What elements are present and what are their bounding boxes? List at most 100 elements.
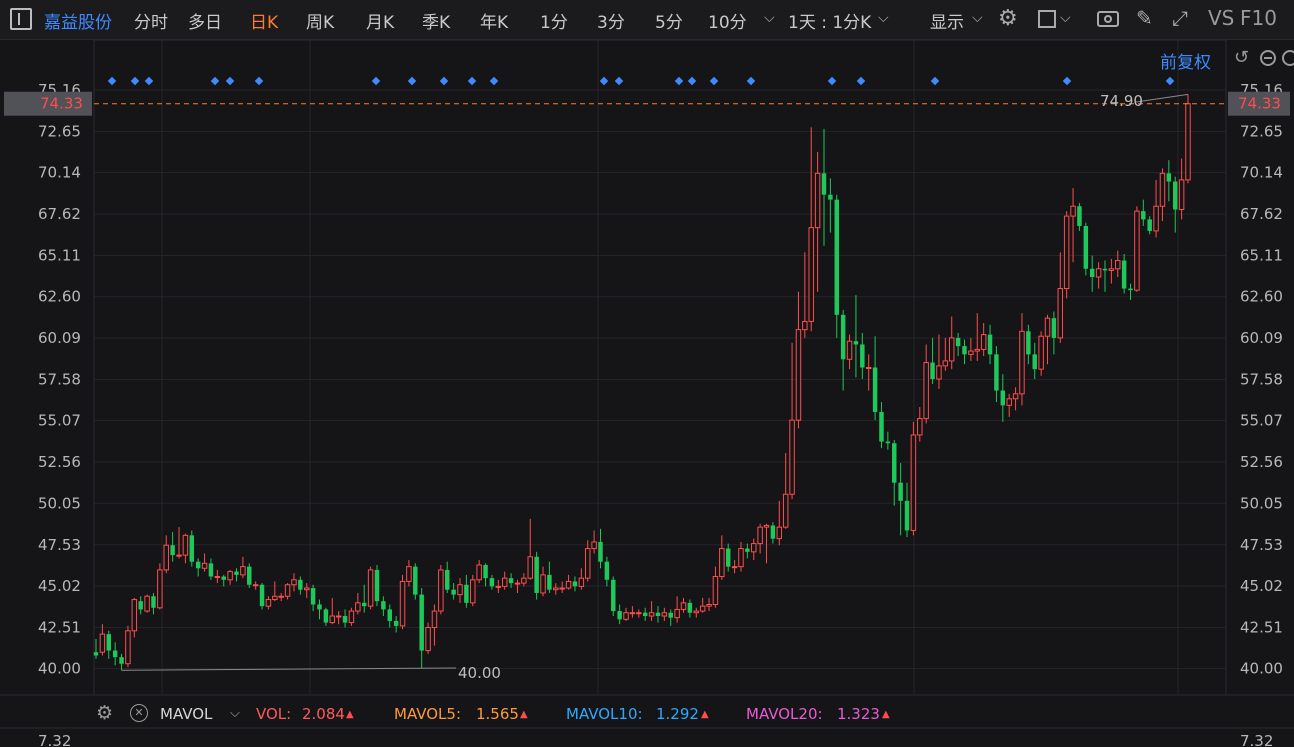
candle-down[interactable] — [879, 411, 884, 442]
candle-down[interactable] — [170, 545, 175, 556]
event-marker-icon[interactable] — [856, 76, 866, 86]
candle-up[interactable] — [399, 580, 406, 627]
candle-up[interactable] — [272, 595, 278, 601]
candle-up[interactable] — [227, 571, 233, 581]
candle-down[interactable] — [93, 652, 99, 656]
candle-up[interactable] — [157, 569, 163, 609]
candle-down[interactable] — [1089, 268, 1095, 277]
vs-button[interactable]: VS — [1208, 6, 1234, 30]
candle-down[interactable] — [106, 634, 112, 651]
candle-down[interactable] — [611, 579, 616, 612]
candle-down[interactable] — [687, 602, 693, 613]
candle-up[interactable] — [974, 348, 980, 352]
candle-up[interactable] — [1019, 330, 1025, 395]
candle-down[interactable] — [853, 341, 859, 345]
candle-up[interactable] — [706, 603, 712, 607]
candle-down[interactable] — [189, 535, 195, 562]
candle-up[interactable] — [521, 577, 527, 584]
candle-down[interactable] — [1051, 318, 1057, 338]
tab-7[interactable]: 1分 — [540, 8, 568, 33]
candle-down[interactable] — [604, 561, 610, 580]
candle-up[interactable] — [144, 595, 150, 612]
candle-up[interactable] — [1038, 335, 1044, 370]
candle-up[interactable] — [1012, 393, 1019, 400]
candle-up[interactable] — [565, 580, 572, 589]
candle-up[interactable] — [763, 524, 770, 528]
candle-up[interactable] — [425, 627, 431, 652]
display-button[interactable]: 显示 — [930, 8, 964, 33]
candle-down[interactable] — [1083, 225, 1089, 269]
candle-down[interactable] — [725, 548, 731, 567]
candle-down[interactable] — [904, 500, 910, 531]
candle-down[interactable] — [547, 574, 552, 590]
candle-down[interactable] — [1172, 181, 1178, 210]
candle-up[interactable] — [240, 566, 246, 576]
gear-icon[interactable]: ⚙ — [96, 702, 113, 724]
tab-9[interactable]: 5分 — [655, 8, 683, 33]
event-marker-icon[interactable] — [489, 76, 499, 86]
candle-down[interactable] — [1077, 206, 1082, 226]
pen-icon[interactable]: ✎ — [1136, 6, 1153, 30]
candle-down[interactable] — [1000, 390, 1006, 406]
candle-up[interactable] — [99, 633, 106, 653]
tab-2[interactable]: 日K — [250, 8, 278, 33]
candle-up[interactable] — [910, 434, 917, 531]
candle-up[interactable] — [125, 630, 131, 665]
candle-down[interactable] — [872, 367, 878, 412]
tab-1[interactable]: 多日 — [188, 8, 222, 33]
candle-up[interactable] — [578, 577, 585, 587]
candle-up[interactable] — [980, 334, 987, 350]
tab-0[interactable]: 分时 — [134, 8, 168, 33]
candle-down[interactable] — [374, 569, 380, 602]
candle-up[interactable] — [278, 595, 284, 598]
candle-down[interactable] — [208, 563, 214, 577]
candle-down[interactable] — [323, 609, 329, 623]
candle-up[interactable] — [751, 543, 757, 553]
candle-up[interactable] — [501, 577, 508, 587]
candle-up[interactable] — [470, 579, 476, 604]
candle-up[interactable] — [776, 526, 783, 540]
event-marker-icon[interactable] — [1165, 76, 1175, 86]
candle-down[interactable] — [834, 199, 840, 315]
candle-down[interactable] — [598, 541, 603, 562]
candle-down[interactable] — [234, 571, 239, 575]
close-icon[interactable]: ✕ — [130, 704, 148, 722]
gear-icon[interactable]: ⚙ — [998, 6, 1018, 31]
candle-up[interactable] — [1115, 260, 1121, 270]
candle-up[interactable] — [623, 612, 629, 620]
candle-up[interactable] — [265, 599, 272, 607]
candle-down[interactable] — [483, 564, 488, 579]
candle-up[interactable] — [661, 612, 668, 617]
candle-down[interactable] — [770, 525, 776, 539]
candle-up[interactable] — [808, 227, 814, 322]
candle-down[interactable] — [119, 657, 124, 664]
candle-up[interactable] — [1063, 215, 1070, 290]
candle-up[interactable] — [355, 602, 361, 612]
candle-up[interactable] — [636, 612, 642, 615]
candle-up[interactable] — [948, 337, 955, 362]
candle-down[interactable] — [464, 584, 469, 603]
candle-down[interactable] — [821, 173, 827, 195]
candle-down[interactable] — [317, 604, 322, 610]
event-marker-icon[interactable] — [746, 76, 756, 86]
event-marker-icon[interactable] — [225, 76, 235, 86]
candle-down[interactable] — [572, 581, 578, 587]
candle-up[interactable] — [291, 579, 297, 586]
candle-down[interactable] — [892, 443, 897, 483]
candle-up[interactable] — [540, 574, 546, 594]
candle-up[interactable] — [163, 544, 169, 571]
candle-up[interactable] — [1153, 205, 1159, 232]
candle-up[interactable] — [1159, 172, 1166, 207]
event-marker-icon[interactable] — [210, 76, 220, 86]
candle-down[interactable] — [642, 612, 648, 617]
candle-up[interactable] — [131, 599, 138, 632]
period-select[interactable]: 1天 : 1分K — [788, 8, 871, 33]
event-marker-icon[interactable] — [407, 76, 417, 86]
candle-up[interactable] — [712, 576, 719, 605]
candle-down[interactable] — [508, 578, 514, 584]
event-marker-icon[interactable] — [107, 76, 117, 86]
candle-up[interactable] — [335, 615, 342, 618]
candle-down[interactable] — [221, 576, 226, 580]
candle-up[interactable] — [1070, 205, 1076, 217]
candle-down[interactable] — [1128, 288, 1133, 291]
